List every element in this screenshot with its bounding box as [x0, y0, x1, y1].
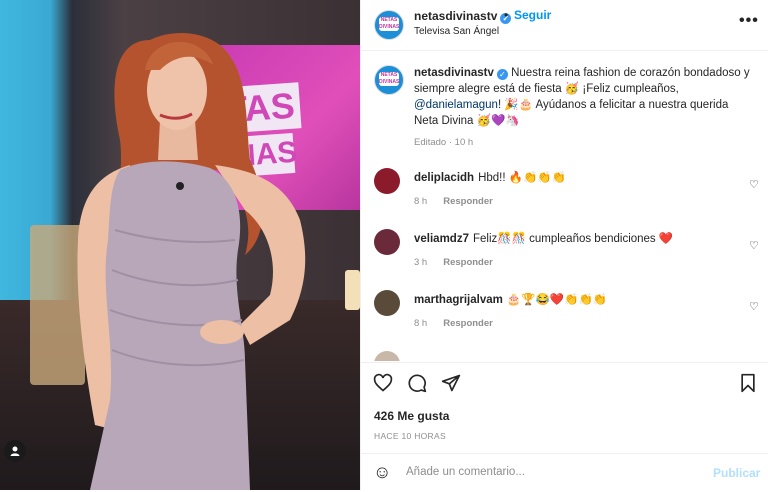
- comment-text-row: deliplacidh Hbd!! 🔥👏👏👏: [414, 170, 566, 184]
- comment-meta: 8 h Responder: [414, 318, 509, 329]
- comment-time: 3 h: [414, 257, 428, 268]
- comment-item: deliplacidh Hbd!! 🔥👏👏👏 8 h Responder ♡: [361, 168, 768, 228]
- caption-avatar[interactable]: NETAS DIVINAS: [374, 65, 404, 95]
- reply-button[interactable]: Responder: [443, 318, 493, 329]
- header-username[interactable]: netasdivinastv: [414, 9, 497, 23]
- reply-button[interactable]: Responder: [443, 196, 493, 207]
- post-details-panel: NETAS DIVINAS netasdivinastv ✓ • Seguir Te…: [360, 0, 768, 490]
- woman-figure: [77, 33, 306, 490]
- comment-text-row: marthagrijalvam 🎂🏆😂❤️👏👏👏: [414, 292, 607, 306]
- post-photo[interactable]: TAS NAS: [0, 0, 360, 490]
- comments-scroll-area[interactable]: NETAS DIVINAS netasdivinastv ✓ Nuestra rei…: [361, 51, 768, 361]
- like-comment-heart-icon[interactable]: ♡: [749, 300, 759, 313]
- comment-time: 8 h: [414, 318, 428, 329]
- comment-meta: 8 h Responder: [414, 196, 509, 207]
- comment-username[interactable]: marthagrijalvam: [414, 294, 503, 306]
- comment-text: 🎂🏆😂❤️👏👏👏: [506, 294, 608, 306]
- comment-bubble-icon[interactable]: [407, 373, 427, 393]
- commenter-avatar[interactable]: [374, 229, 400, 255]
- post-actions: 426 Me gusta HACE 10 HORAS ☺ Añade un co…: [361, 362, 768, 491]
- comment-item-partial: [361, 351, 768, 361]
- comment-text-row: veliamdz7 Feliz🎊🎊 cumpleaños bendiciones …: [414, 231, 673, 245]
- add-comment-bar: ☺ Añade un comentario... Publicar: [361, 453, 768, 492]
- like-comment-heart-icon[interactable]: ♡: [749, 178, 759, 191]
- more-options-icon[interactable]: •••: [739, 12, 759, 30]
- like-comment-heart-icon[interactable]: ♡: [749, 239, 759, 252]
- account-avatar[interactable]: NETAS DIVINAS: [374, 10, 404, 40]
- emoji-picker-icon[interactable]: ☺: [373, 462, 391, 483]
- comment-username[interactable]: veliamdz7: [414, 233, 469, 245]
- comment-text: Hbd!! 🔥👏👏👏: [478, 172, 567, 184]
- commenter-avatar[interactable]: [374, 290, 400, 316]
- caption-verified-icon: ✓: [496, 69, 508, 80]
- comment-meta: 3 h Responder: [414, 257, 509, 268]
- caption-mention-link[interactable]: @danielamagun: [414, 99, 498, 111]
- comment-username[interactable]: deliplacidh: [414, 172, 474, 184]
- add-comment-input[interactable]: Añade un comentario...: [406, 466, 525, 478]
- comment-time: 8 h: [414, 196, 428, 207]
- separator-dot: •: [504, 8, 509, 22]
- comment-item: veliamdz7 Feliz🎊🎊 cumpleaños bendiciones …: [361, 229, 768, 289]
- share-paper-plane-icon[interactable]: [441, 373, 461, 393]
- post-header: NETAS DIVINAS netasdivinastv ✓ • Seguir Te…: [361, 0, 768, 51]
- post-time-ago: HACE 10 HORAS: [374, 431, 446, 441]
- caption-meta: Editado · 10 h: [414, 137, 474, 148]
- commenter-avatar[interactable]: [374, 351, 400, 361]
- publish-button[interactable]: Publicar: [713, 466, 760, 480]
- commenter-avatar[interactable]: [374, 168, 400, 194]
- caption-username[interactable]: netasdivinastv: [414, 67, 494, 79]
- likes-count[interactable]: 426 Me gusta: [374, 409, 449, 423]
- reply-button[interactable]: Responder: [443, 257, 493, 268]
- header-user-row: netasdivinastv ✓: [414, 9, 512, 24]
- location-link[interactable]: Televisa San Ángel: [414, 26, 499, 37]
- comment-item: marthagrijalvam 🎂🏆😂❤️👏👏👏 8 h Responder ♡: [361, 290, 768, 350]
- follow-button[interactable]: Seguir: [514, 8, 551, 22]
- tagged-user-icon[interactable]: [4, 440, 26, 462]
- like-heart-icon[interactable]: [373, 373, 393, 393]
- comment-text: Feliz🎊🎊 cumpleaños bendiciones ❤️: [472, 233, 674, 245]
- caption-text: netasdivinastv ✓ Nuestra reina fashion de…: [414, 65, 754, 129]
- save-bookmark-icon[interactable]: [739, 373, 757, 393]
